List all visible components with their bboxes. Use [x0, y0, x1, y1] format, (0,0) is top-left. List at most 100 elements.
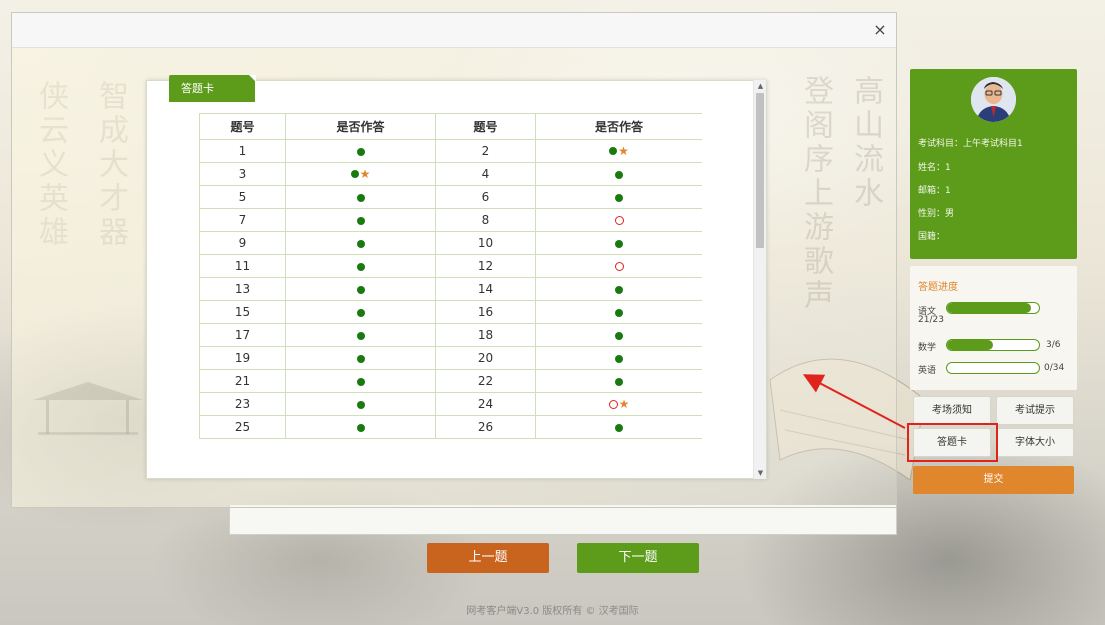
answer-status[interactable]: ★ [285, 162, 436, 186]
close-icon[interactable]: × [870, 20, 890, 40]
answer-status[interactable]: ★ [535, 139, 702, 163]
answer-card-table: 题号 是否作答 题号 是否作答 1 2 ★ 3 ★ 4 5 6 7 8 9 10 11 12 13 14 15 1… [199, 113, 702, 439]
answer-status[interactable] [535, 208, 702, 232]
answer-status[interactable] [535, 415, 702, 439]
candidate-name: 姓名：1 [918, 163, 951, 173]
flagged-star-icon: ★ [618, 397, 630, 412]
answered-dot-icon [350, 170, 359, 179]
question-number[interactable]: 13 [199, 277, 286, 301]
subject-name-english: 英语 [918, 366, 937, 376]
answer-status[interactable] [285, 323, 436, 347]
question-number[interactable]: 15 [199, 300, 286, 324]
answered-dot-icon [609, 147, 618, 156]
question-number[interactable]: 24 [435, 392, 536, 416]
answer-status[interactable] [535, 277, 702, 301]
question-number[interactable]: 25 [199, 415, 286, 439]
answer-status[interactable]: ★ [535, 392, 702, 416]
font-size-button[interactable]: 字体大小 [996, 428, 1074, 457]
question-number[interactable]: 18 [435, 323, 536, 347]
answer-card-table-container[interactable]: 题号 是否作答 题号 是否作答 1 2 ★ 3 ★ 4 5 6 7 8 9 10 11 12 13 14 15 1… [199, 113, 702, 479]
answer-status[interactable] [535, 346, 702, 370]
answered-dot-icon [356, 216, 365, 225]
answer-status[interactable] [285, 300, 436, 324]
question-number[interactable]: 16 [435, 300, 536, 324]
question-number[interactable]: 22 [435, 369, 536, 393]
next-question-button[interactable]: 下一题 [577, 543, 699, 573]
answer-status[interactable] [285, 415, 436, 439]
question-number[interactable]: 1 [199, 139, 286, 163]
question-number[interactable]: 17 [199, 323, 286, 347]
question-number[interactable]: 4 [435, 162, 536, 186]
progress-bar-chinese [946, 302, 1040, 314]
answer-status[interactable] [285, 208, 436, 232]
question-number[interactable]: 23 [199, 392, 286, 416]
table-row: 9 10 [199, 231, 702, 255]
answer-status[interactable] [285, 231, 436, 255]
question-number[interactable]: 20 [435, 346, 536, 370]
question-panel [229, 505, 897, 535]
answer-status[interactable] [285, 254, 436, 278]
answer-status[interactable] [535, 300, 702, 324]
subject-name-math: 数学 [918, 343, 937, 353]
answer-status[interactable] [535, 231, 702, 255]
scrollbar-thumb[interactable] [756, 93, 764, 248]
exam-tips-button[interactable]: 考试提示 [996, 396, 1074, 425]
answered-dot-icon [356, 147, 365, 156]
table-row: 1 2 ★ [199, 139, 702, 163]
scroll-up-arrow-icon[interactable]: ▲ [754, 80, 767, 92]
question-number[interactable]: 10 [435, 231, 536, 255]
question-number[interactable]: 21 [199, 369, 286, 393]
question-number[interactable]: 9 [199, 231, 286, 255]
candidate-gender: 性别：男 [918, 209, 955, 219]
question-number[interactable]: 7 [199, 208, 286, 232]
candidate-email: 邮箱：1 [918, 186, 951, 196]
answer-status[interactable] [535, 323, 702, 347]
answer-progress-panel: 答题进度 语文 21/23 数学 3/6 英语 0/34 [910, 266, 1077, 390]
table-row: 23 24 ★ [199, 392, 702, 416]
question-number[interactable]: 2 [435, 139, 536, 163]
subject-count-english: 0/34 [1044, 363, 1065, 373]
answer-card-tab: 答题卡 [169, 75, 256, 102]
exam-notice-button[interactable]: 考场须知 [913, 396, 991, 425]
answer-status[interactable] [285, 392, 436, 416]
answered-dot-icon [356, 331, 365, 340]
question-number[interactable]: 5 [199, 185, 286, 209]
question-number[interactable]: 14 [435, 277, 536, 301]
scroll-down-arrow-icon[interactable]: ▼ [754, 467, 767, 479]
previous-question-button[interactable]: 上一题 [427, 543, 549, 573]
answer-status[interactable] [535, 254, 702, 278]
unanswered-circle-icon [608, 399, 618, 409]
table-row: 19 20 [199, 346, 702, 370]
column-header-answered: 是否作答 [535, 113, 702, 140]
answer-status[interactable] [535, 185, 702, 209]
highlight-annotation [907, 423, 998, 462]
question-number[interactable]: 26 [435, 415, 536, 439]
answered-dot-icon [356, 423, 365, 432]
answered-dot-icon [615, 170, 623, 179]
answer-status[interactable] [535, 162, 702, 186]
answer-status[interactable] [285, 139, 436, 163]
question-number[interactable]: 12 [435, 254, 536, 278]
scrollbar[interactable]: ▲ ▼ [753, 80, 766, 479]
answer-status[interactable] [285, 369, 436, 393]
question-number[interactable]: 8 [435, 208, 536, 232]
answered-dot-icon [356, 285, 365, 294]
subject-count-math: 3/6 [1046, 340, 1061, 350]
answer-status[interactable] [535, 369, 702, 393]
progress-bar-english [946, 362, 1040, 374]
answered-dot-icon [615, 354, 623, 363]
answer-status[interactable] [285, 346, 436, 370]
question-number[interactable]: 6 [435, 185, 536, 209]
question-number[interactable]: 19 [199, 346, 286, 370]
flagged-star-icon: ★ [359, 167, 371, 182]
answer-status[interactable] [285, 185, 436, 209]
table-row: 21 22 [199, 369, 702, 393]
question-number[interactable]: 11 [199, 254, 286, 278]
submit-button[interactable]: 提交 [913, 466, 1074, 494]
answered-dot-icon [615, 285, 623, 294]
answer-status[interactable] [285, 277, 436, 301]
answered-dot-icon [356, 377, 365, 386]
avatar [971, 77, 1016, 122]
answered-dot-icon [356, 262, 365, 271]
question-number[interactable]: 3 [199, 162, 286, 186]
